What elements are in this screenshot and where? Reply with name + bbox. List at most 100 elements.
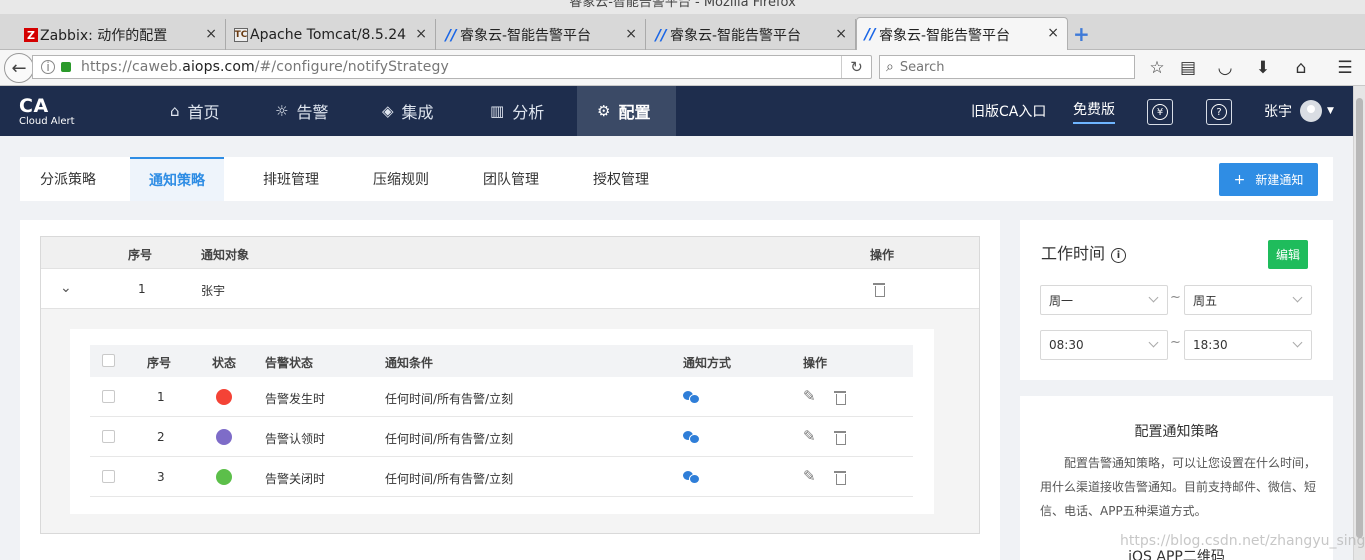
currency-button[interactable]: ¥	[1147, 99, 1173, 125]
tab-dispatch-strategy[interactable]: 分派策略	[40, 157, 96, 201]
reading-list-icon[interactable]: ▤	[1176, 56, 1200, 80]
ca-favicon-icon: //	[655, 26, 667, 44]
pocket-icon[interactable]: ◡	[1213, 56, 1237, 80]
tab-close-icon[interactable]: ×	[415, 26, 427, 42]
table-row[interactable]: 3 告警关闭时 任何时间/所有告警/立刻 ✎	[90, 457, 913, 497]
chevron-down-icon	[1292, 292, 1303, 303]
col-target: 通知对象	[201, 248, 250, 262]
row-checkbox[interactable]	[102, 470, 115, 483]
browser-tab-ca-1[interactable]: // 睿象云-智能告警平台 ×	[438, 19, 646, 50]
tab-close-icon[interactable]: ×	[1047, 25, 1059, 41]
alert-state: 告警认领时	[265, 432, 326, 446]
row-index: 3	[157, 470, 165, 484]
zabbix-favicon-icon: Z	[24, 28, 38, 42]
gear-icon: ⚙	[597, 102, 611, 120]
wechat-icon	[683, 391, 700, 404]
notify-condition: 任何时间/所有告警/立刻	[385, 432, 514, 446]
new-notification-button[interactable]: + 新建通知	[1219, 163, 1318, 196]
nav-integration[interactable]: ◈ 集成	[362, 86, 454, 136]
browser-tab-zabbix[interactable]: Z Zabbix: 动作的配置 ×	[18, 19, 226, 50]
home-icon: ⌂	[170, 102, 180, 120]
tab-close-icon[interactable]: ×	[205, 26, 217, 42]
back-arrow-icon[interactable]: ←	[4, 53, 34, 83]
status-dot	[216, 429, 232, 445]
tab-notify-strategy[interactable]: 通知策略	[130, 157, 224, 201]
table-row[interactable]: 2 告警认领时 任何时间/所有告警/立刻 ✎	[90, 417, 913, 457]
delete-trash-icon[interactable]	[834, 390, 846, 405]
tab-compress-rules[interactable]: 压缩规则	[373, 157, 429, 201]
table-row[interactable]: ⌄ 1 张宇	[41, 269, 979, 309]
url-bar[interactable]: i https://caweb.aiops.com/#/configure/no…	[32, 55, 872, 79]
tab-close-icon[interactable]: ×	[625, 26, 637, 42]
notify-strategy-panel: 序号 通知对象 操作 ⌄ 1 张宇 序号 状态 告警状态 通知条件 通知方式 操…	[20, 220, 1000, 560]
home-icon[interactable]: ⌂	[1289, 56, 1313, 80]
nav-alarm[interactable]: ☼ 告警	[255, 86, 348, 136]
old-ca-entry-link[interactable]: 旧版CA入口	[971, 86, 1046, 136]
page-scrollbar[interactable]	[1353, 86, 1365, 560]
col-action: 操作	[870, 248, 895, 262]
edit-pencil-icon[interactable]: ✎	[803, 427, 816, 445]
delete-trash-icon[interactable]	[834, 430, 846, 445]
edit-pencil-icon[interactable]: ✎	[803, 467, 816, 485]
select-all-checkbox[interactable]	[102, 354, 115, 367]
rule-subtable: 序号 状态 告警状态 通知条件 通知方式 操作 1 告警发生时 任何时间/所有告…	[70, 329, 934, 514]
logo-sub: Cloud Alert	[19, 116, 75, 127]
edit-button[interactable]: 编辑	[1268, 240, 1308, 269]
table-row[interactable]: 1 告警发生时 任何时间/所有告警/立刻 ✎	[90, 377, 913, 417]
delete-trash-icon[interactable]	[873, 282, 885, 297]
yen-icon: ¥	[1152, 104, 1168, 120]
url-text[interactable]: https://caweb.aiops.com/#/configure/noti…	[81, 59, 449, 75]
layers-icon: ◈	[382, 102, 394, 120]
wechat-icon	[683, 471, 700, 484]
logo[interactable]: CA Cloud Alert	[19, 96, 75, 128]
scrollbar-thumb[interactable]	[1356, 98, 1363, 538]
download-icon[interactable]: ⬇	[1251, 56, 1275, 80]
row-index: 2	[157, 430, 165, 444]
nav-config[interactable]: ⚙ 配置	[577, 86, 676, 136]
edit-pencil-icon[interactable]: ✎	[803, 387, 816, 405]
tab-authorization[interactable]: 授权管理	[593, 157, 649, 201]
nav-home[interactable]: ⌂ 首页	[150, 86, 240, 136]
free-version-link[interactable]: 免费版	[1073, 86, 1115, 136]
nav-analysis[interactable]: ▥ 分析	[470, 86, 564, 136]
wechat-icon	[683, 431, 700, 444]
time-to-select[interactable]: 18:30	[1184, 330, 1312, 360]
delete-trash-icon[interactable]	[834, 470, 846, 485]
help-button[interactable]: ?	[1206, 99, 1232, 125]
search-bar[interactable]: ⌕	[879, 55, 1135, 79]
user-menu[interactable]: 张宇 ▼	[1264, 86, 1334, 136]
info-icon[interactable]: i	[41, 60, 55, 74]
chevron-down-icon	[1148, 292, 1159, 303]
row-index: 1	[138, 282, 146, 296]
new-tab-button[interactable]: +	[1073, 22, 1090, 46]
app-header: CA Cloud Alert ⌂ 首页 ☼ 告警 ◈ 集成 ▥ 分析 ⚙ 配置 旧版CA入…	[0, 86, 1353, 136]
browser-tab-ca-active[interactable]: // 睿象云-智能告警平台 ×	[856, 17, 1068, 51]
tab-team[interactable]: 团队管理	[483, 157, 539, 201]
config-title: 配置通知策略	[1134, 424, 1219, 440]
tab-close-icon[interactable]: ×	[835, 26, 847, 42]
logo-main: CA	[19, 95, 49, 117]
rule-table-header: 序号 状态 告警状态 通知条件 通知方式 操作	[90, 345, 913, 377]
browser-tab-tomcat[interactable]: TC Apache Tomcat/8.5.24 ×	[228, 19, 436, 50]
browser-tab-ca-2[interactable]: // 睿象云-智能告警平台 ×	[648, 19, 856, 50]
chevron-down-icon	[1292, 337, 1303, 348]
menu-icon[interactable]: ☰	[1333, 56, 1357, 80]
row-checkbox[interactable]	[102, 390, 115, 403]
browser-tab-label: 睿象云-智能告警平台	[879, 27, 1011, 44]
search-input[interactable]	[899, 59, 1100, 75]
status-dot	[216, 389, 232, 405]
day-from-select[interactable]: 周一	[1040, 285, 1168, 315]
bookmark-star-icon[interactable]: ☆	[1145, 56, 1169, 80]
tab-schedule[interactable]: 排班管理	[263, 157, 319, 201]
reload-icon[interactable]: ↻	[841, 56, 871, 78]
config-subtabs: 分派策略 通知策略 排班管理 压缩规则 团队管理 授权管理 + 新建通知	[20, 157, 1333, 201]
expand-chevron-icon[interactable]: ⌄	[60, 280, 72, 296]
browser-tab-label: 睿象云-智能告警平台	[670, 27, 802, 44]
time-from-select[interactable]: 08:30	[1040, 330, 1168, 360]
col-action: 操作	[803, 356, 828, 370]
col-condition: 通知条件	[385, 356, 434, 370]
info-icon[interactable]: i	[1111, 248, 1127, 263]
day-to-select[interactable]: 周五	[1184, 285, 1312, 315]
search-icon: ⌕	[886, 59, 894, 75]
row-checkbox[interactable]	[102, 430, 115, 443]
